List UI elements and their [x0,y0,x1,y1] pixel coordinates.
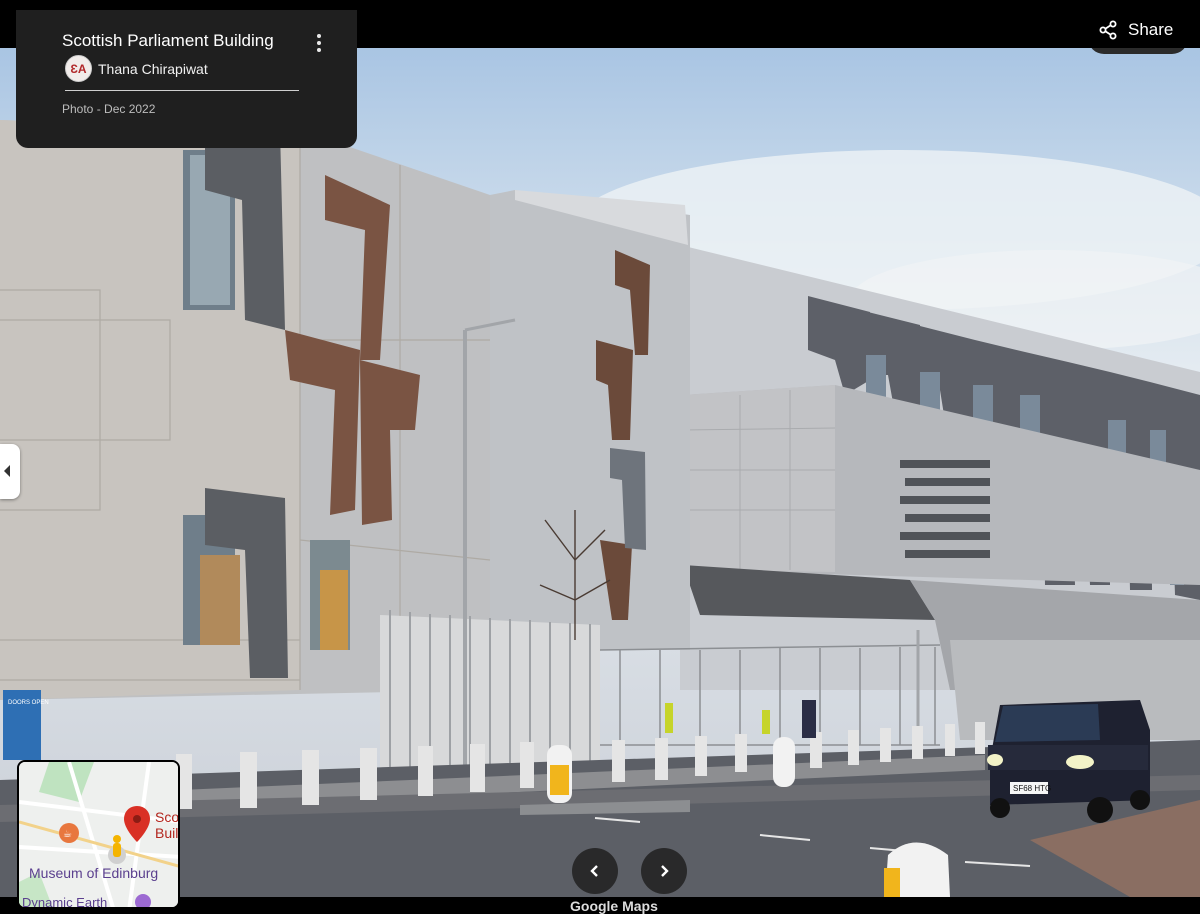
minimap[interactable]: ☕ Sco Buil Museum of Edinburg Dynamic Ear… [17,760,180,909]
share-button[interactable]: Share [1098,20,1173,40]
collapse-panel-button[interactable] [0,444,20,499]
share-label: Share [1128,20,1174,39]
taxi-plate: SF68 HTG [1013,784,1051,793]
map-pin-icon [123,806,149,842]
cafe-icon [59,823,79,843]
chevron-left-icon [590,865,598,877]
author-name[interactable]: Thana Chirapiwat [98,61,208,77]
previous-photo-button[interactable] [572,848,618,894]
author-avatar[interactable]: ƐA [65,55,92,82]
card-divider [65,90,299,91]
minimap-place-label: Sco Buil [155,809,180,841]
place-title: Scottish Parliament Building [62,31,274,50]
share-icon [1099,20,1117,40]
photo-author[interactable]: ƐA Thana Chirapiwat [65,55,208,82]
next-photo-button[interactable] [641,848,687,894]
google-maps-watermark: Google Maps [570,898,658,914]
door-sign-text: DOORS OPEN [8,700,49,706]
bottom-bar: Google Maps [0,897,1200,913]
caret-left-icon [4,465,10,477]
more-options-icon[interactable] [313,32,325,54]
chevron-right-icon [661,865,669,877]
photo-date: Photo - Dec 2022 [62,102,156,116]
street-view-photo[interactable]: DOORS OPEN SF68 HTG [0,48,1200,897]
minimap-poi-label: Dynamic Earth [22,895,108,909]
pegman-icon[interactable] [111,834,125,858]
place-info-card: Scottish Parliament Building ƐA Thana Ch… [16,10,357,148]
minimap-museum-label: Museum of Edinburg [29,865,159,881]
